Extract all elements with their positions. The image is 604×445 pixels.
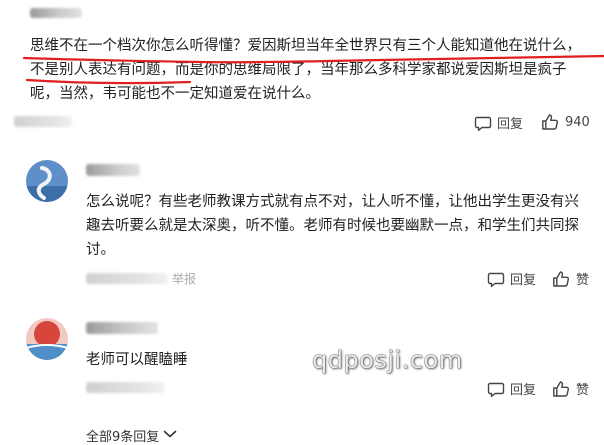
reply-2-time	[86, 382, 164, 393]
reply-2-reply-label: 回复	[510, 383, 537, 398]
watermark-text: qdposji.com	[312, 346, 463, 374]
main-like-button[interactable]: 940	[541, 113, 590, 131]
thumbs-up-icon	[552, 380, 571, 398]
main-reply-label: 回复	[497, 117, 524, 132]
reply-2-like-label: 赞	[576, 383, 590, 398]
comment-icon	[487, 380, 505, 398]
all-replies-link[interactable]: 全部9条回复	[86, 426, 177, 445]
reply-1-like-label: 赞	[576, 273, 590, 288]
main-author-name[interactable]	[30, 8, 82, 18]
reply-2-author-name[interactable]	[86, 322, 158, 334]
thumbs-up-icon	[552, 270, 571, 288]
main-reply-button[interactable]: 回复	[474, 113, 523, 132]
reply-1-report-link[interactable]: 举报	[172, 270, 196, 287]
comment-icon	[474, 114, 492, 132]
main-comment: 思维不在一个档次你怎么听得懂？爱因斯坦当年全世界只有三个人能知道他在说什么，不是…	[0, 0, 604, 140]
reply-2: 老师可以醒瞌睡 回复 赞	[0, 312, 604, 412]
reply-1-avatar[interactable]	[26, 160, 68, 202]
all-replies-label: 全部9条回复	[86, 430, 160, 445]
reply-1-reply-label: 回复	[510, 273, 537, 288]
main-comment-text: 思维不在一个档次你怎么听得懂？爱因斯坦当年全世界只有三个人能知道他在说什么，不是…	[30, 38, 581, 102]
reply-2-reply-button[interactable]: 回复	[487, 379, 536, 398]
reply-1-author-name[interactable]	[86, 164, 140, 176]
reply-1-like-button[interactable]: 赞	[552, 269, 589, 288]
reply-1-time	[86, 273, 168, 284]
reply-2-avatar[interactable]	[26, 318, 68, 360]
chevron-down-icon	[163, 428, 177, 443]
main-comment-time	[14, 116, 72, 127]
comment-icon	[487, 270, 505, 288]
main-like-count: 940	[565, 114, 590, 130]
reply-1: 怎么说呢？有些老师教课方式就有点不对，让人听不懂，让他出学生更没有兴趣去听要么就…	[0, 150, 604, 300]
reply-2-like-button[interactable]: 赞	[552, 379, 589, 398]
reply-1-meta: 举报	[86, 270, 196, 287]
reply-1-text: 怎么说呢？有些老师教课方式就有点不对，让人听不懂，让他出学生更没有兴趣去听要么就…	[86, 194, 579, 258]
reply-1-reply-button[interactable]: 回复	[487, 269, 536, 288]
thumbs-up-icon	[541, 113, 560, 131]
